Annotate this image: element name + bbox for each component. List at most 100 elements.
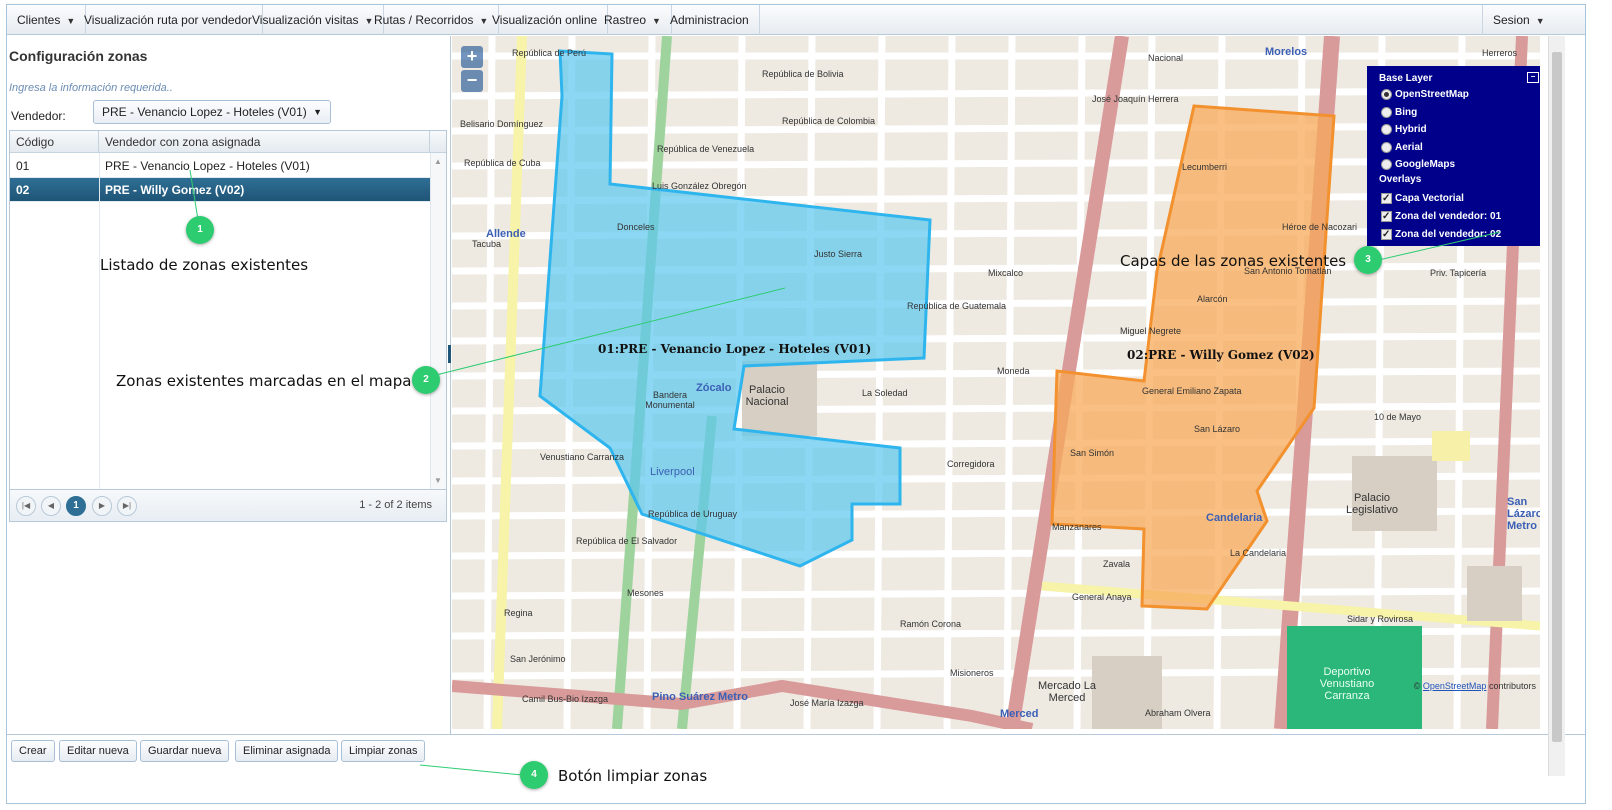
base-layer-bing[interactable]: Bing (1381, 106, 1417, 120)
street-label: Miguel Negrete (1120, 326, 1182, 336)
checkbox-icon[interactable] (1381, 210, 1392, 224)
street-label: Belisario Domínguez (460, 119, 544, 129)
street-label: República de Bolivia (762, 69, 844, 79)
vendedor-label: Vendedor: (11, 109, 66, 123)
column-header-codigo[interactable]: Código (10, 131, 99, 153)
metro-label: Liverpool (650, 466, 695, 478)
street-label: República de Venezuela (657, 144, 755, 154)
street-label: Alarcón (1197, 294, 1228, 304)
overlay-zona-02[interactable]: Zona del vendedor: 02 (1381, 228, 1501, 242)
grid-scrollbar[interactable]: ▲ ▼ (430, 153, 446, 489)
action-bar: Crear Editar nueva Guardar nueva Elimina… (7, 734, 1585, 780)
menu-visualizacion-online[interactable]: Visualización online (482, 5, 609, 35)
street-label: Zavala (1103, 559, 1131, 569)
scrollbar-thumb[interactable] (1552, 52, 1562, 742)
osm-link[interactable]: OpenStreetMap (1423, 681, 1487, 691)
street-label: Nacional (1148, 53, 1184, 63)
zoom-out-button[interactable]: − (461, 70, 483, 92)
street-label: General Anaya (1072, 592, 1132, 602)
radio-icon[interactable] (1381, 89, 1392, 100)
street-label: República de Guatemala (907, 301, 1007, 311)
base-layer-googlemaps[interactable]: GoogleMaps (1381, 158, 1455, 172)
table-row-selected[interactable]: 02 PRE - Willy Gomez (V02) (10, 178, 430, 202)
metro-label: Candelaria (1206, 512, 1263, 524)
next-page-icon[interactable]: ▶ (92, 496, 112, 516)
street-label: Corregidora (947, 459, 995, 469)
menu-visualizacion-ruta[interactable]: Visualización ruta por vendedor (74, 5, 263, 35)
map-view[interactable]: + − República de Perú República de Boliv… (452, 36, 1540, 729)
radio-icon[interactable] (1381, 107, 1392, 118)
street-label: José Joaquín Herrera (1092, 94, 1179, 104)
checkbox-icon[interactable] (1381, 192, 1392, 206)
annotation-badge-3: 3 (1354, 246, 1382, 274)
overlays-title: Overlays (1379, 174, 1422, 185)
place-label: Palacio Nacional (745, 384, 789, 408)
overlay-zona-01[interactable]: Zona del vendedor: 01 (1381, 210, 1501, 224)
metro-label: Pino Suárez Metro (652, 691, 748, 703)
base-layer-aerial[interactable]: Aerial (1381, 141, 1423, 155)
street-label: San Lázaro (1194, 424, 1241, 434)
zone-label-01: 01:PRE - Venancio Lopez - Hoteles (V01) (598, 342, 872, 356)
checkbox-icon[interactable] (1381, 228, 1392, 242)
place-label: Palacio Legislativo (1346, 492, 1398, 516)
crear-button[interactable]: Crear (11, 740, 55, 762)
street-label: República de Perú (512, 48, 587, 58)
zone-label-02: 02:PRE - Willy Gomez (V02) (1127, 348, 1315, 362)
first-page-icon[interactable]: |◀ (16, 496, 36, 516)
metro-label: Zócalo (696, 382, 732, 394)
scroll-down-icon[interactable]: ▼ (434, 476, 442, 485)
street-label: Donceles (617, 222, 655, 232)
guardar-nueva-button[interactable]: Guardar nueva (140, 740, 230, 762)
eliminar-asignada-button[interactable]: Eliminar asignada (235, 740, 339, 762)
pager-info: 1 - 2 of 2 items (359, 499, 432, 511)
attribution-suffix: contributors (1488, 681, 1536, 691)
street-label: República de Uruguay (648, 509, 738, 519)
form-hint: Ingresa la información requerida.. (9, 82, 173, 94)
grid-header: Código Vendedor con zona asignada (10, 131, 446, 153)
page-scrollbar[interactable] (1548, 36, 1565, 776)
street-label: Tacuba (472, 239, 502, 249)
vendedor-selected-value: PRE - Venancio Lopez - Hoteles (V01) (102, 105, 307, 119)
zoom-in-button[interactable]: + (461, 46, 483, 68)
cell-vendedor: PRE - Venancio Lopez - Hoteles (V01) (105, 159, 310, 173)
radio-icon[interactable] (1381, 124, 1392, 135)
radio-icon[interactable] (1381, 159, 1392, 170)
place-label: Deportivo Venustiano Carranza (1319, 666, 1375, 702)
base-layer-hybrid[interactable]: Hybrid (1381, 123, 1427, 137)
street-label: La Candelaria (1230, 548, 1287, 558)
menu-rutas-recorridos[interactable]: Rutas / Recorridos ▼ (364, 5, 500, 35)
street-label: Sidar y Rovirosa (1347, 614, 1414, 624)
annotation-text-2: Zonas existentes marcadas en el mapa (116, 372, 412, 390)
scroll-up-icon[interactable]: ▲ (434, 157, 442, 166)
overlay-capa-vectorial[interactable]: Capa Vectorial (1381, 192, 1464, 206)
column-header-vendedor[interactable]: Vendedor con zona asignada (99, 131, 430, 153)
menu-sesion[interactable]: Sesion ▼ (1482, 5, 1555, 35)
street-label: San Jerónimo (510, 654, 566, 664)
street-label: Misioneros (950, 668, 994, 678)
base-layer-osm[interactable]: OpenStreetMap (1381, 88, 1469, 102)
minimize-icon[interactable]: − (1527, 72, 1539, 83)
street-label: Herreros (1482, 48, 1518, 58)
radio-icon[interactable] (1381, 142, 1392, 153)
limpiar-zonas-button[interactable]: Limpiar zonas (341, 740, 426, 762)
street-label: José María Izazga (790, 698, 864, 708)
map-attribution: © OpenStreetMap contributors (1414, 681, 1536, 691)
street-label: Venustiano Carranza (540, 452, 625, 462)
table-row[interactable]: 01 PRE - Venancio Lopez - Hoteles (V01) (10, 154, 430, 178)
street-label: Lecumberri (1182, 162, 1228, 172)
vendedor-select[interactable]: PRE - Venancio Lopez - Hoteles (V01) ▼ (93, 100, 331, 124)
metro-label: Morelos (1265, 46, 1308, 58)
base-layer-title: Base Layer (1379, 73, 1433, 84)
editar-nueva-button[interactable]: Editar nueva (59, 740, 137, 762)
annotation-badge-2: 2 (412, 366, 440, 394)
place-label: Mercado La Merced (1037, 680, 1097, 704)
page-number-current[interactable]: 1 (66, 496, 86, 516)
app-window: Clientes ▼ Visualización ruta por vendedo… (6, 4, 1586, 804)
cell-codigo: 01 (16, 159, 30, 173)
last-page-icon[interactable]: ▶| (117, 496, 137, 516)
splitter-handle[interactable] (448, 345, 451, 363)
prev-page-icon[interactable]: ◀ (41, 496, 61, 516)
attribution-prefix: © (1413, 681, 1421, 691)
street-label: San Simón (1070, 448, 1115, 458)
menu-administracion[interactable]: Administracion (660, 5, 760, 35)
